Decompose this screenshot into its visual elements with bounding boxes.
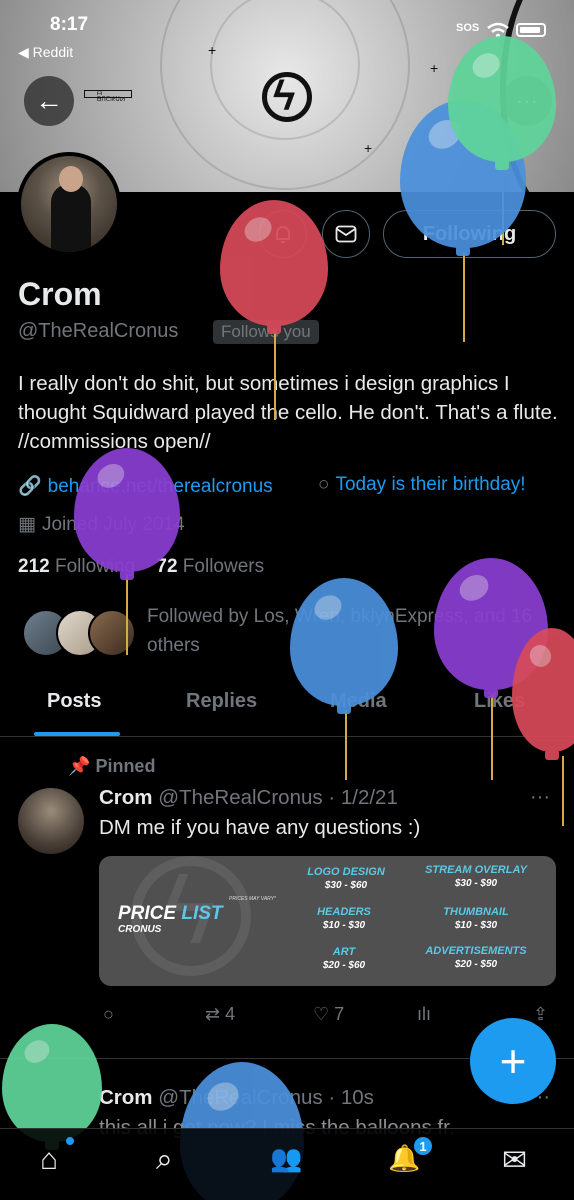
service-item: THUMBNAIL $10 - $30	[411, 906, 541, 931]
share-icon[interactable]: ⇪	[533, 1004, 548, 1025]
battery-icon	[516, 23, 546, 37]
post-author-name[interactable]: Crom	[99, 1086, 153, 1109]
birthday-info: ○ Today is their birthday!	[318, 474, 526, 496]
messages-icon[interactable]: ✉	[502, 1143, 527, 1178]
tab-posts[interactable]: Posts	[47, 690, 101, 713]
pinned-text: Pinned	[95, 756, 156, 776]
retweet-button[interactable]: ⇄ 4	[205, 1004, 235, 1025]
price-note: PRICES MAY VARY*	[229, 896, 276, 902]
avatar-figure	[51, 184, 91, 252]
message-button[interactable]	[322, 210, 370, 258]
search-icon[interactable]: ⌕	[156, 1143, 173, 1177]
pin-icon: 📌	[68, 756, 91, 776]
balloon-icon	[290, 578, 398, 714]
balloon-string	[491, 694, 493, 780]
balloon-icon	[448, 36, 556, 170]
retweet-count: 4	[225, 1004, 236, 1024]
tab-replies[interactable]: Replies	[186, 690, 257, 713]
post-more-button[interactable]: ···	[530, 786, 550, 809]
service-title: HEADERS	[317, 906, 371, 918]
balloon-icon: ○	[318, 474, 330, 495]
title-a: PRICE	[118, 903, 182, 924]
profile-name: Crom	[18, 276, 102, 312]
banner-tag: ᗩ ᗷᑎᑕIᖇᑌᔕ	[84, 90, 132, 103]
title-b: LIST	[181, 903, 223, 924]
post-author-name[interactable]: Crom	[99, 786, 153, 809]
service-price: $20 - $60	[322, 960, 366, 971]
avatar-head	[59, 166, 83, 192]
communities-icon[interactable]: 👥	[270, 1143, 302, 1174]
balloon-icon	[220, 200, 328, 334]
profile-avatar[interactable]	[17, 152, 121, 256]
balloon-icon	[2, 1024, 102, 1150]
like-button[interactable]: ♡ 7	[313, 1004, 344, 1025]
bolt-logo-icon	[262, 72, 312, 122]
followers-text: Followers	[182, 556, 265, 577]
sparkle-icon: +	[364, 140, 373, 156]
back-button[interactable]: ←	[24, 76, 74, 126]
price-list-image[interactable]: PRICES MAY VARY* PRICE LIST CRONUS LOGO …	[99, 856, 556, 986]
heart-icon: ♡	[313, 1004, 330, 1024]
service-title: ART	[332, 946, 356, 958]
views-icon[interactable]: ılı	[417, 1004, 431, 1025]
retweet-icon: ⇄	[205, 1004, 221, 1024]
post-text: DM me if you have any questions :)	[99, 816, 421, 839]
sparkle-icon: +	[208, 42, 217, 58]
service-title: ADVERTISEMENTS	[425, 945, 527, 957]
balloon-string	[126, 575, 128, 655]
calendar-icon: ▦	[18, 514, 36, 535]
pinned-label: 📌 Pinned	[68, 756, 155, 777]
service-item: ART $20 - $60	[279, 946, 409, 971]
home-icon[interactable]: ⌂	[40, 1143, 58, 1177]
profile-bio: I really don't do shit, but sometimes i …	[18, 372, 558, 453]
price-list-title: PRICE LIST	[118, 903, 223, 925]
sos-indicator: SOS	[456, 22, 480, 34]
birthday-text: Today is their birthday!	[335, 474, 526, 495]
following-count: 212	[18, 556, 50, 577]
envelope-icon	[335, 225, 357, 243]
balloon-string	[345, 710, 347, 780]
balloon-icon	[74, 448, 180, 580]
status-time: 8:17	[50, 14, 89, 35]
balloon-string	[274, 330, 276, 420]
service-price: $10 - $30	[322, 920, 366, 931]
service-item: ADVERTISEMENTS $20 - $50	[411, 945, 541, 970]
balloon-string	[562, 756, 564, 826]
post-handle-date: @TheRealCronus · 1/2/21	[158, 786, 398, 809]
service-item: STREAM OVERLAY $30 - $90	[411, 864, 541, 889]
sparkle-icon: +	[430, 60, 439, 76]
service-title: THUMBNAIL	[443, 906, 509, 918]
link-icon: 🔗	[18, 476, 42, 497]
service-item: LOGO DESIGN $30 - $60	[281, 866, 411, 891]
active-tab-indicator	[34, 732, 120, 736]
home-unread-dot	[66, 1137, 74, 1145]
notifications-badge: 1	[412, 1135, 434, 1157]
service-price: $30 - $90	[454, 878, 498, 889]
like-count: 7	[334, 1004, 345, 1024]
service-title: STREAM OVERLAY	[425, 864, 527, 876]
back-to-app-link[interactable]: ◀ Reddit	[18, 44, 73, 61]
post-header: Crom @TheRealCronus · 1/2/21	[99, 786, 398, 810]
service-price: $10 - $30	[454, 920, 498, 931]
followed-by-avatars[interactable]	[22, 609, 136, 659]
service-price: $20 - $50	[454, 959, 498, 970]
service-title: LOGO DESIGN	[307, 866, 385, 878]
followers-count-link[interactable]: 72 Followers	[156, 556, 264, 577]
avatar	[88, 609, 136, 657]
balloon-string	[463, 252, 465, 342]
bottom-navigation: ⌂ ⌕ 👥 🔔 1 ✉	[0, 1128, 574, 1200]
reply-icon[interactable]: ○	[103, 1004, 114, 1025]
post-author-avatar[interactable]	[18, 788, 84, 854]
service-price: $30 - $60	[324, 880, 368, 891]
price-list-subtitle: CRONUS	[118, 924, 162, 935]
service-item: HEADERS $10 - $30	[279, 906, 409, 931]
profile-handle: @TheRealCronus	[18, 320, 179, 342]
compose-post-button[interactable]: +	[470, 1018, 556, 1104]
